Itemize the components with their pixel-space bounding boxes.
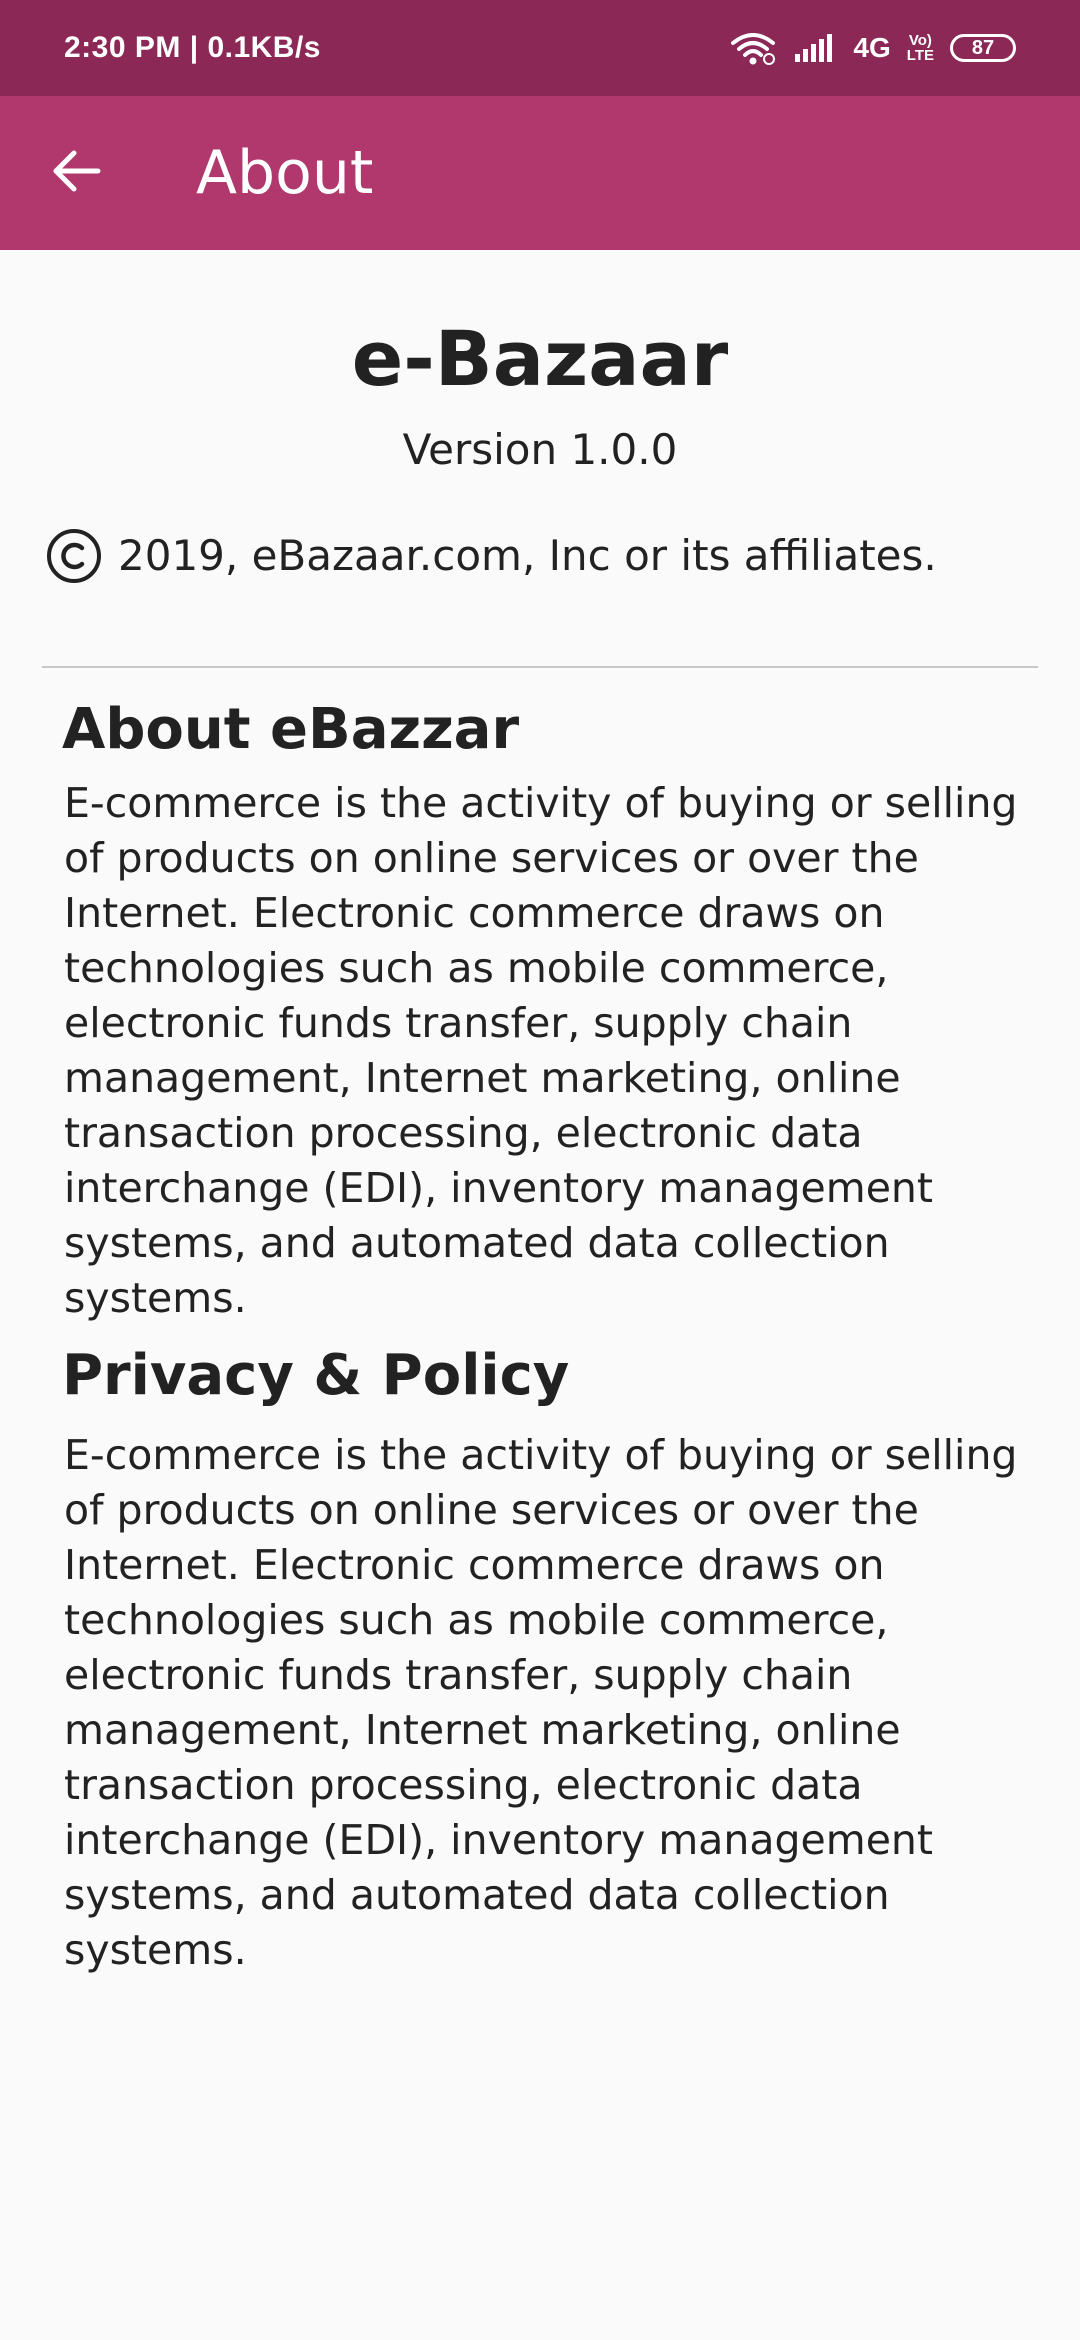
wifi-icon	[729, 31, 777, 65]
status-time-speed: 2:30 PM | 0.1KB/s	[64, 31, 321, 64]
section-title: Privacy & Policy	[62, 1343, 570, 1408]
copyright-row: 2019, eBazaar.com, Inc or its affiliates…	[46, 528, 1080, 584]
battery-icon: 87	[950, 34, 1016, 62]
section-title: About eBazzar	[62, 697, 520, 762]
signal-icon	[793, 32, 837, 64]
section-about: About eBazzar E-commerce is the activity…	[62, 694, 1018, 1326]
arrow-left-icon	[50, 149, 102, 197]
app-name: e-Bazaar	[351, 314, 729, 403]
app-bar: About	[0, 96, 1080, 250]
network-type: 4G	[853, 32, 891, 63]
status-bar: 2:30 PM | 0.1KB/s 4G Vo) LTE 87	[0, 0, 1080, 96]
volte-icon: Vo) LTE	[907, 33, 934, 63]
volte-bottom: LTE	[906, 47, 934, 64]
volte-top: Vo)	[908, 32, 932, 49]
status-icons: 4G Vo) LTE 87	[729, 31, 1016, 65]
back-button[interactable]	[16, 96, 136, 250]
section-body: E-commerce is the activity of buying or …	[64, 779, 1018, 1322]
divider	[42, 666, 1038, 668]
copyright-text: 2019, eBazaar.com, Inc or its affiliates…	[118, 531, 937, 580]
page-title: About	[196, 138, 374, 208]
about-content: e-Bazaar Version 1.0.0 2019, eBazaar.com…	[0, 250, 1080, 1978]
battery-level: 87	[971, 36, 995, 59]
app-version: Version 1.0.0	[402, 425, 678, 474]
copyright-icon	[46, 528, 102, 584]
section-body: E-commerce is the activity of buying or …	[64, 1431, 1018, 1974]
section-privacy-policy: Privacy & Policy E-commerce is the activ…	[62, 1340, 1018, 1978]
